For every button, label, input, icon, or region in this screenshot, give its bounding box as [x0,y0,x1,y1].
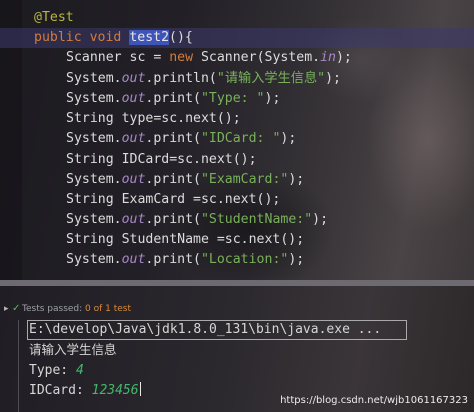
code-line-text: System.out.println("请输入学生信息"); [66,69,341,89]
code-token: void [89,30,122,45]
status-prefix: Tests passed: [22,304,86,314]
code-line[interactable]: Scanner sc = new Scanner(System.in); [0,48,474,68]
code-line[interactable]: String type=sc.next(); [0,109,474,129]
code-line[interactable]: String ExamCard =sc.next(); [0,190,474,210]
idcard-label: IDCard: [29,383,92,398]
code-token: String type=sc.next(); [66,111,241,126]
type-label: Type: [29,363,76,378]
code-token: test2 [129,30,170,45]
code-token: System. [66,172,122,187]
run-tool-window: ▸ ✓ Tests passed: 0 of 1 test E:\develop… [0,286,474,412]
code-token: .print( [145,172,201,187]
code-token: ); [264,91,281,106]
code-line[interactable]: System.out.print("Type: "); [0,89,474,109]
code-line-text: @Test [34,8,74,28]
type-input-value: 4 [75,363,84,378]
code-token: ); [325,71,341,86]
code-line[interactable]: String StudentName =sc.next(); [0,230,474,250]
code-editor[interactable]: @Test public void test2(){ Scanner sc = … [0,0,474,280]
code-token: "ExamCard:" [200,172,289,187]
code-token: "StudentName:" [200,212,313,227]
code-token: String IDCard=sc.next(); [66,152,257,167]
code-line-text: System.out.print("StudentName:"); [66,210,328,230]
code-token: ); [312,212,329,227]
code-token: out [121,131,146,146]
idcard-input-value: 123456 [91,383,139,398]
code-line[interactable]: System.out.print("IDCard: "); [0,129,474,149]
code-token: out [121,172,146,187]
console-command-line[interactable]: E:\develop\Java\jdk1.8.0_131\bin\java.ex… [29,320,381,340]
code-token: @Test [34,10,74,25]
code-line-text: Scanner sc = new Scanner(System.in); [66,48,352,68]
code-token: String StudentName =sc.next(); [66,232,305,247]
code-line[interactable]: System.out.print("StudentName:"); [0,210,474,230]
code-token: System. [66,252,122,267]
code-line-text: public void test2(){ [34,28,193,48]
code-line-text: System.out.print("ExamCard:"); [66,170,304,190]
code-token: "Type: " [200,91,265,106]
code-token: .print( [145,212,201,227]
text-caret [139,382,141,396]
code-token: String ExamCard =sc.next(); [66,192,281,207]
code-line-current[interactable]: public void test2(){ [0,28,474,48]
code-token: ); [335,50,352,65]
code-line[interactable]: System.out.print("Location:"); [0,250,474,270]
code-token: out [121,91,146,106]
code-token: out [121,252,146,267]
test-count: 0 of 1 test [85,304,132,314]
code-token: System. [66,212,122,227]
code-line-text: String IDCard=sc.next(); [66,150,257,170]
test-status-bar: ▸ ✓ Tests passed: 0 of 1 test [0,300,474,318]
code-line-text: String ExamCard =sc.next(); [66,190,280,210]
expand-arrow-icon[interactable]: ▸ [4,300,9,318]
code-token: new [169,50,194,65]
code-token: (){ [169,30,193,45]
code-token: out [121,212,146,227]
code-line[interactable]: System.out.println("请输入学生信息"); [0,69,474,89]
code-token: Scanner(System. [193,50,321,65]
console-prompt-line: 请输入学生信息 [29,342,117,357]
code-token: .print( [145,131,201,146]
code-line[interactable]: String IDCard=sc.next(); [0,150,474,170]
code-token: in [320,50,336,65]
code-token: System. [66,131,122,146]
code-token: out [121,71,146,86]
code-token: "请输入学生信息" [216,71,326,86]
code-token: ); [280,131,297,146]
check-icon: ✓ [12,303,21,314]
code-token: .print( [145,91,201,106]
code-line[interactable]: System.out.print("ExamCard:"); [0,170,474,190]
code-token: ); [288,172,305,187]
code-token: ); [288,252,305,267]
code-token: .println( [145,71,217,86]
code-line-text: String StudentName =sc.next(); [66,230,304,250]
code-token: System. [66,91,122,106]
code-line-text: System.out.print("Type: "); [66,89,280,109]
code-line-text: System.out.print("Location:"); [66,250,304,270]
code-line[interactable]: @Test [0,8,474,28]
code-token: public [34,30,82,45]
test-status-text: Tests passed: 0 of 1 test [22,300,131,318]
code-token: "Location:" [200,252,289,267]
code-token: "IDCard: " [200,131,281,146]
console-type-line: Type: 4 [29,361,84,381]
console-idcard-line[interactable]: IDCard: 123456 [29,381,141,401]
code-token: System. [66,71,122,86]
code-line-text: System.out.print("IDCard: "); [66,129,296,149]
code-token: Scanner sc = [66,50,170,65]
watermark-url: https://blog.csdn.net/wjb1061167323 [280,395,468,406]
code-token: .print( [145,252,201,267]
code-line-text: String type=sc.next(); [66,109,241,129]
